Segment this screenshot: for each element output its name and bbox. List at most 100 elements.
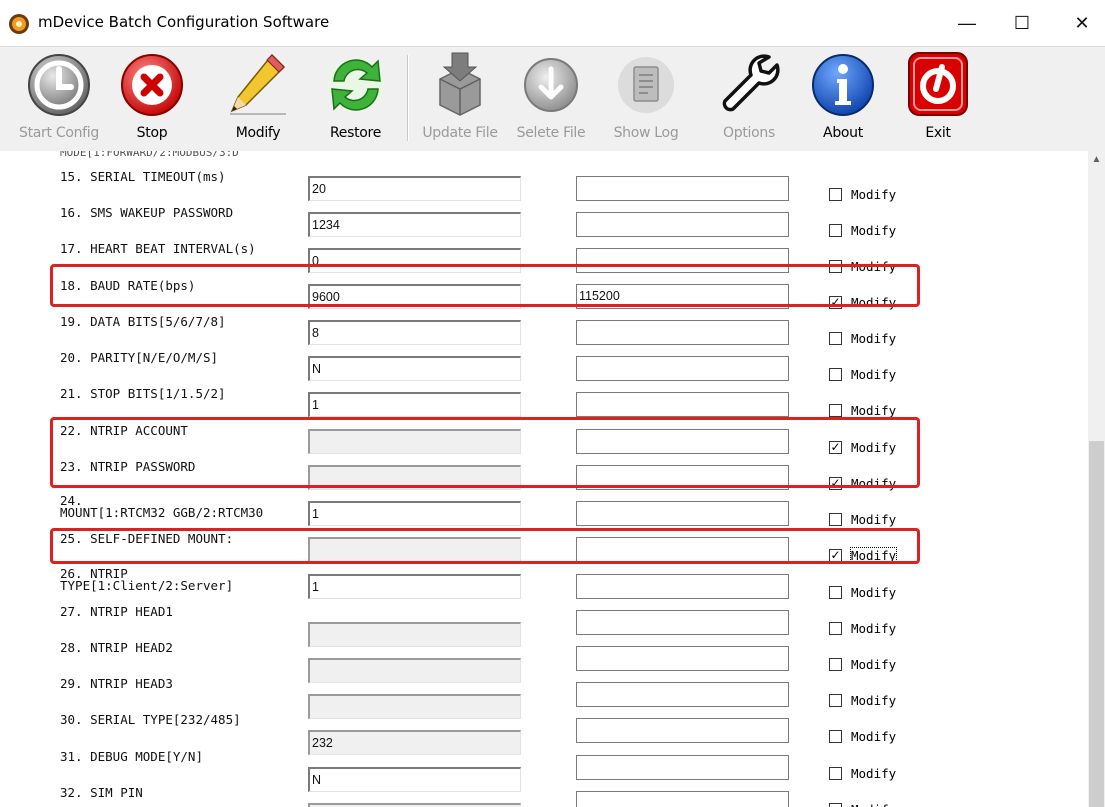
new-value-input[interactable]: [576, 356, 789, 381]
new-value-input[interactable]: [576, 718, 789, 743]
highlight-box-2: [50, 417, 920, 488]
param-row: 24. MOUNT[1:RTCM32 GGB/2:RTCM30 1 Modify: [0, 493, 1088, 531]
maximize-button[interactable]: ☐: [999, 0, 1045, 46]
modify-checkbox[interactable]: [829, 368, 842, 381]
modify-checkbox[interactable]: [829, 803, 842, 807]
restore-label: Restore: [329, 125, 382, 141]
param-label: 28. NTRIP HEAD2: [60, 640, 173, 655]
new-value-input[interactable]: [576, 574, 789, 599]
modify-checkbox-label[interactable]: Modify: [851, 331, 896, 346]
update-file-label: Update File: [422, 125, 498, 141]
modify-checkbox[interactable]: [829, 658, 842, 671]
vertical-scrollbar[interactable]: ▲: [1088, 151, 1105, 807]
current-value-field: 1: [308, 574, 521, 599]
current-value-field: 20: [308, 176, 521, 201]
modify-checkbox-label[interactable]: Modify: [851, 512, 896, 527]
stop-icon: [121, 54, 183, 116]
new-value-input[interactable]: [576, 501, 789, 526]
modify-checkbox[interactable]: [829, 694, 842, 707]
toolbar-separator: [407, 55, 409, 141]
options-button[interactable]: Options: [713, 47, 785, 151]
param-label: 30. SERIAL TYPE[232/485]: [60, 712, 241, 727]
modify-checkbox[interactable]: [829, 224, 842, 237]
modify-checkbox[interactable]: [829, 188, 842, 201]
current-value-field: 8: [308, 320, 521, 345]
modify-button[interactable]: Modify: [223, 47, 293, 151]
modify-checkbox[interactable]: [829, 622, 842, 635]
start-config-button[interactable]: Start Config: [14, 47, 104, 151]
modify-checkbox[interactable]: [829, 404, 842, 417]
param-row: 26. NTRIP TYPE[1:Client/2:Server] 1 Modify: [0, 566, 1088, 604]
stop-label: Stop: [136, 125, 168, 141]
modify-label: Modify: [235, 125, 281, 141]
param-row: 27. NTRIP HEAD1 Modify: [0, 604, 1088, 647]
modify-checkbox-label[interactable]: Modify: [851, 187, 896, 202]
exit-icon: [908, 52, 968, 116]
update-file-icon: [439, 52, 481, 116]
modify-checkbox[interactable]: [829, 767, 842, 780]
modify-checkbox-label[interactable]: Modify: [851, 367, 896, 382]
close-button[interactable]: ✕: [1059, 0, 1105, 46]
modify-checkbox-label[interactable]: Modify: [851, 657, 896, 672]
param-row: 32. SIM PIN Modify: [0, 785, 1088, 807]
param-label: 26. NTRIP TYPE[1:Client/2:Server]: [60, 566, 234, 593]
minimize-button[interactable]: —: [944, 0, 990, 46]
modify-checkbox-label[interactable]: Modify: [851, 729, 896, 744]
param-row: 15. SERIAL TIMEOUT(ms) 20 Modify: [0, 169, 1088, 205]
new-value-input[interactable]: [576, 755, 789, 780]
about-button[interactable]: About: [807, 47, 879, 151]
new-value-input[interactable]: [576, 610, 789, 635]
param-label: 29. NTRIP HEAD3: [60, 676, 173, 691]
window-title: mDevice Batch Configuration Software: [38, 13, 330, 31]
toolbar: Start Config Stop Modify Restore Update …: [0, 46, 1105, 152]
modify-checkbox-label[interactable]: Modify: [851, 621, 896, 636]
modify-checkbox-label[interactable]: Modify: [851, 802, 896, 807]
show-log-button[interactable]: Show Log: [611, 47, 681, 151]
modify-checkbox-label[interactable]: Modify: [851, 585, 896, 600]
new-value-input[interactable]: [576, 212, 789, 237]
new-value-input[interactable]: [576, 392, 789, 417]
modify-checkbox-label[interactable]: Modify: [851, 223, 896, 238]
restore-icon: [327, 57, 384, 113]
modify-checkbox-label[interactable]: Modify: [851, 403, 896, 418]
new-value-input[interactable]: [576, 682, 789, 707]
new-value-input[interactable]: [576, 176, 789, 201]
select-file-button[interactable]: Selete File: [512, 47, 590, 151]
new-value-input[interactable]: [576, 791, 789, 807]
param-label: 20. PARITY[N/E/O/M/S]: [60, 350, 219, 365]
scrollbar-thumb[interactable]: [1089, 441, 1104, 807]
current-value-field: 1234: [308, 212, 521, 237]
scroll-up-icon[interactable]: ▲: [1088, 151, 1105, 168]
new-value-input[interactable]: [576, 320, 789, 345]
title-bar: mDevice Batch Configuration Software — ☐…: [0, 0, 1105, 46]
exit-button[interactable]: Exit: [903, 47, 973, 151]
param-label: 31. DEBUG MODE[Y/N]: [60, 749, 203, 764]
param-row: 29. NTRIP HEAD3 Modify: [0, 676, 1088, 719]
param-row: 16. SMS WAKEUP PASSWORD 1234 Modify: [0, 205, 1088, 241]
parameter-list: MODE[1:FORWARD/2:MODBUS/3:D 15. SERIAL T…: [0, 151, 1088, 807]
param-row: 30. SERIAL TYPE[232/485] 232 Modify: [0, 712, 1088, 755]
highlight-box-1: [50, 264, 920, 307]
modify-checkbox[interactable]: [829, 332, 842, 345]
param-row: 19. DATA BITS[5/6/7/8] 8 Modify: [0, 314, 1088, 350]
modify-checkbox[interactable]: [829, 730, 842, 743]
param-label: 24. MOUNT[1:RTCM32 GGB/2:RTCM30: [60, 493, 264, 520]
modify-checkbox[interactable]: [829, 586, 842, 599]
show-log-label: Show Log: [613, 125, 679, 141]
select-file-label: Selete File: [516, 125, 586, 141]
param-label: 27. NTRIP HEAD1: [60, 604, 173, 619]
param-label: 19. DATA BITS[5/6/7/8]: [60, 314, 226, 329]
update-file-button[interactable]: Update File: [414, 47, 506, 151]
info-icon: [812, 54, 874, 116]
highlight-box-3: [50, 528, 920, 564]
restore-button[interactable]: Restore: [318, 47, 393, 151]
modify-checkbox-label[interactable]: Modify: [851, 766, 896, 781]
modify-checkbox[interactable]: [829, 513, 842, 526]
app-icon: [9, 14, 29, 34]
param-row: 20. PARITY[N/E/O/M/S] N Modify: [0, 350, 1088, 386]
new-value-input[interactable]: [576, 646, 789, 671]
pencil-icon: [230, 53, 286, 115]
stop-button[interactable]: Stop: [117, 47, 187, 151]
modify-checkbox-label[interactable]: Modify: [851, 693, 896, 708]
param-label: 32. SIM PIN: [60, 785, 143, 800]
